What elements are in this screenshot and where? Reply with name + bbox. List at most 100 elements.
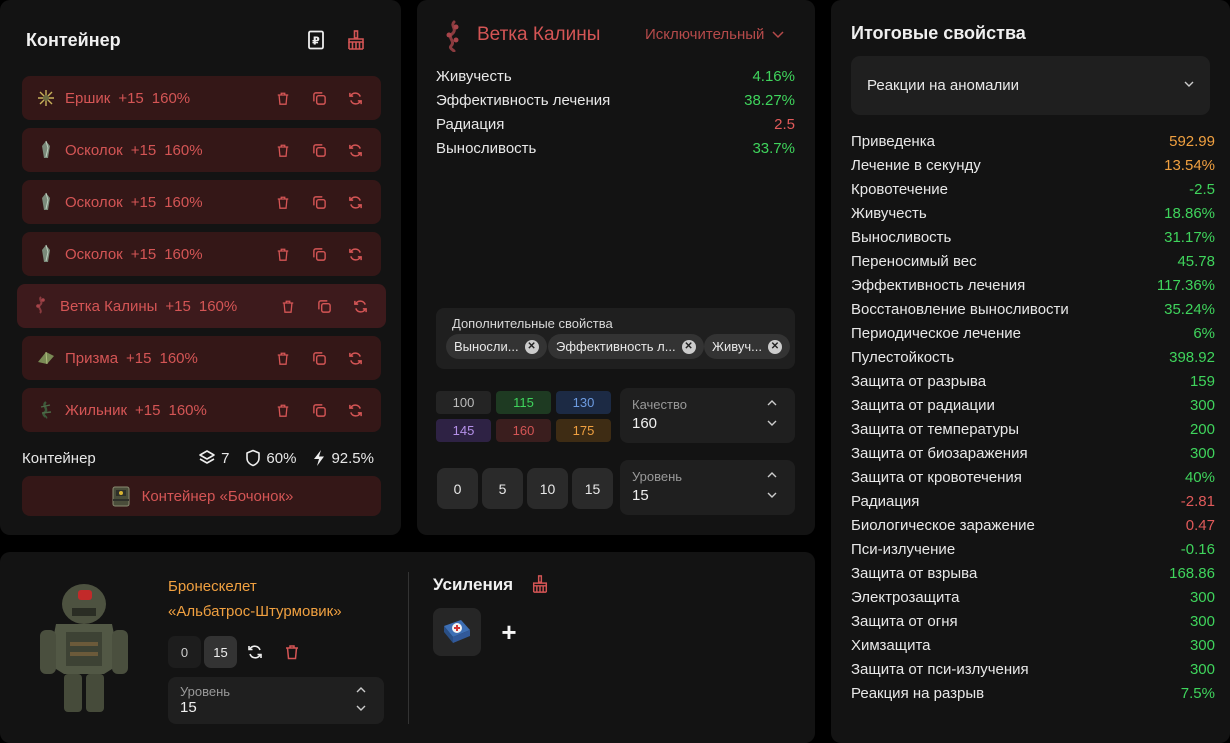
quality-button[interactable]: 160	[496, 419, 551, 442]
receipt-icon[interactable]: ₽	[306, 30, 328, 52]
refresh-icon[interactable]	[345, 140, 365, 160]
summary-row-value: -0.16	[1180, 541, 1215, 558]
summary-row-value: 168.86	[1169, 565, 1215, 582]
trash-icon[interactable]	[273, 192, 293, 212]
chevron-down-icon[interactable]	[767, 492, 777, 498]
chevron-up-icon[interactable]	[767, 472, 777, 478]
refresh-icon[interactable]	[345, 244, 365, 264]
level-max-button[interactable]: 15	[204, 636, 237, 668]
artifact-row-percent: 160%	[164, 245, 203, 263]
refresh-icon[interactable]	[345, 400, 365, 420]
artifact-icon	[36, 192, 56, 212]
summary-row: Эффективность лечения 117.36%	[851, 277, 1215, 294]
level-button[interactable]: 10	[527, 468, 568, 509]
summary-row-name: Выносливость	[851, 229, 952, 246]
trash-icon[interactable]	[284, 644, 300, 660]
level-button[interactable]: 5	[482, 468, 523, 509]
summary-row-value: 7.5%	[1180, 685, 1215, 702]
level-button[interactable]: 15	[572, 468, 613, 509]
quality-button[interactable]: 130	[556, 391, 611, 414]
container-footer: Контейнер 7 60% 92.5%	[22, 447, 374, 469]
property-value: 4.16%	[752, 68, 795, 85]
trash-icon[interactable]	[273, 400, 293, 420]
chevron-up-icon[interactable]	[767, 400, 777, 406]
artifact-row[interactable]: Жильник +15 160%	[22, 388, 381, 432]
chevron-down-icon[interactable]	[767, 420, 777, 426]
quality-button[interactable]: 175	[556, 419, 611, 442]
summary-row-value: 159	[1189, 373, 1215, 390]
copy-icon[interactable]	[309, 244, 329, 264]
quality-select[interactable]: Качество 160	[620, 388, 795, 443]
property-chip[interactable]: Выносли... ✕	[446, 334, 547, 359]
summary-row: Защита от разрыва 159	[851, 373, 1215, 390]
armor-level-select[interactable]: Уровень 15	[168, 677, 384, 724]
summary-row-value: 592.99	[1169, 133, 1215, 150]
artifact-row[interactable]: Осколок +15 160%	[22, 128, 381, 172]
summary-row-name: Электрозащита	[851, 589, 960, 606]
refresh-icon[interactable]	[345, 88, 365, 108]
rarity-dropdown[interactable]: Исключительный	[645, 26, 784, 43]
summary-row-name: Защита от кровотечения	[851, 469, 1022, 486]
summary-row-value: 13.54%	[1164, 157, 1215, 174]
refresh-icon[interactable]	[350, 296, 370, 316]
property-chip[interactable]: Эффективность л... ✕	[548, 334, 704, 359]
viburnum-branch-icon	[442, 20, 466, 52]
artifact-row[interactable]: Призма +15 160%	[22, 336, 381, 380]
add-boost-button[interactable]: +	[497, 617, 521, 647]
broom-icon[interactable]	[346, 30, 368, 52]
lightning-icon	[312, 449, 326, 467]
boost-slot[interactable]	[433, 608, 481, 656]
chevron-down-icon[interactable]	[356, 705, 366, 711]
copy-icon[interactable]	[314, 296, 334, 316]
artifact-property: Живучесть 4.16%	[436, 68, 795, 85]
close-icon[interactable]: ✕	[681, 339, 696, 354]
container-select-button[interactable]: Контейнер «Бочонок»	[22, 476, 381, 516]
trash-icon[interactable]	[278, 296, 298, 316]
summary-row: Восстановление выносливости 35.24%	[851, 301, 1215, 318]
trash-icon[interactable]	[273, 88, 293, 108]
chevron-up-icon[interactable]	[356, 687, 366, 693]
artifact-row-level: +15	[130, 245, 157, 263]
artifact-row[interactable]: Осколок +15 160%	[22, 180, 381, 224]
broom-icon[interactable]	[531, 574, 549, 594]
copy-icon[interactable]	[309, 192, 329, 212]
quality-button[interactable]: 115	[496, 391, 551, 414]
summary-row-name: Химзащита	[851, 637, 931, 654]
quality-button[interactable]: 100	[436, 391, 491, 414]
artifact-row[interactable]: Ветка Калины +15 160%	[17, 284, 386, 328]
refresh-icon[interactable]	[247, 644, 263, 660]
trash-icon[interactable]	[273, 140, 293, 160]
artifact-row[interactable]: Ершик +15 160%	[22, 76, 381, 120]
level-select[interactable]: Уровень 15	[620, 460, 795, 515]
quality-button[interactable]: 145	[436, 419, 491, 442]
close-icon[interactable]: ✕	[768, 339, 782, 354]
artifact-row[interactable]: Осколок +15 160%	[22, 232, 381, 276]
summary-row-name: Переносимый вес	[851, 253, 977, 270]
level-button[interactable]: 0	[437, 468, 478, 509]
copy-icon[interactable]	[309, 88, 329, 108]
summary-row-value: -2.5	[1189, 181, 1215, 198]
footer-label: Контейнер	[22, 449, 96, 467]
summary-row-value: 31.17%	[1164, 229, 1215, 246]
armor-level-value: 15	[180, 699, 197, 716]
level-min-button[interactable]: 0	[168, 636, 201, 668]
property-chip[interactable]: Живуч... ✕	[704, 334, 790, 359]
container-button-label: Контейнер «Бочонок»	[141, 487, 294, 505]
summary-row-value: 45.78	[1177, 253, 1215, 270]
refresh-icon[interactable]	[345, 348, 365, 368]
boosts-title: Усиления	[433, 575, 514, 594]
summary-row-name: Защита от огня	[851, 613, 958, 630]
shield-icon	[245, 449, 261, 467]
trash-icon[interactable]	[273, 348, 293, 368]
summary-row-value: 0.47	[1185, 517, 1215, 534]
summary-category-select[interactable]: Реакции на аномалии	[851, 56, 1210, 115]
summary-row-name: Периодическое лечение	[851, 325, 1021, 342]
copy-icon[interactable]	[309, 348, 329, 368]
summary-row: Биологическое заражение 0.47	[851, 517, 1215, 534]
refresh-icon[interactable]	[345, 192, 365, 212]
trash-icon[interactable]	[273, 244, 293, 264]
close-icon[interactable]: ✕	[524, 339, 539, 354]
copy-icon[interactable]	[309, 140, 329, 160]
copy-icon[interactable]	[309, 400, 329, 420]
quality-value: 160	[632, 415, 658, 432]
